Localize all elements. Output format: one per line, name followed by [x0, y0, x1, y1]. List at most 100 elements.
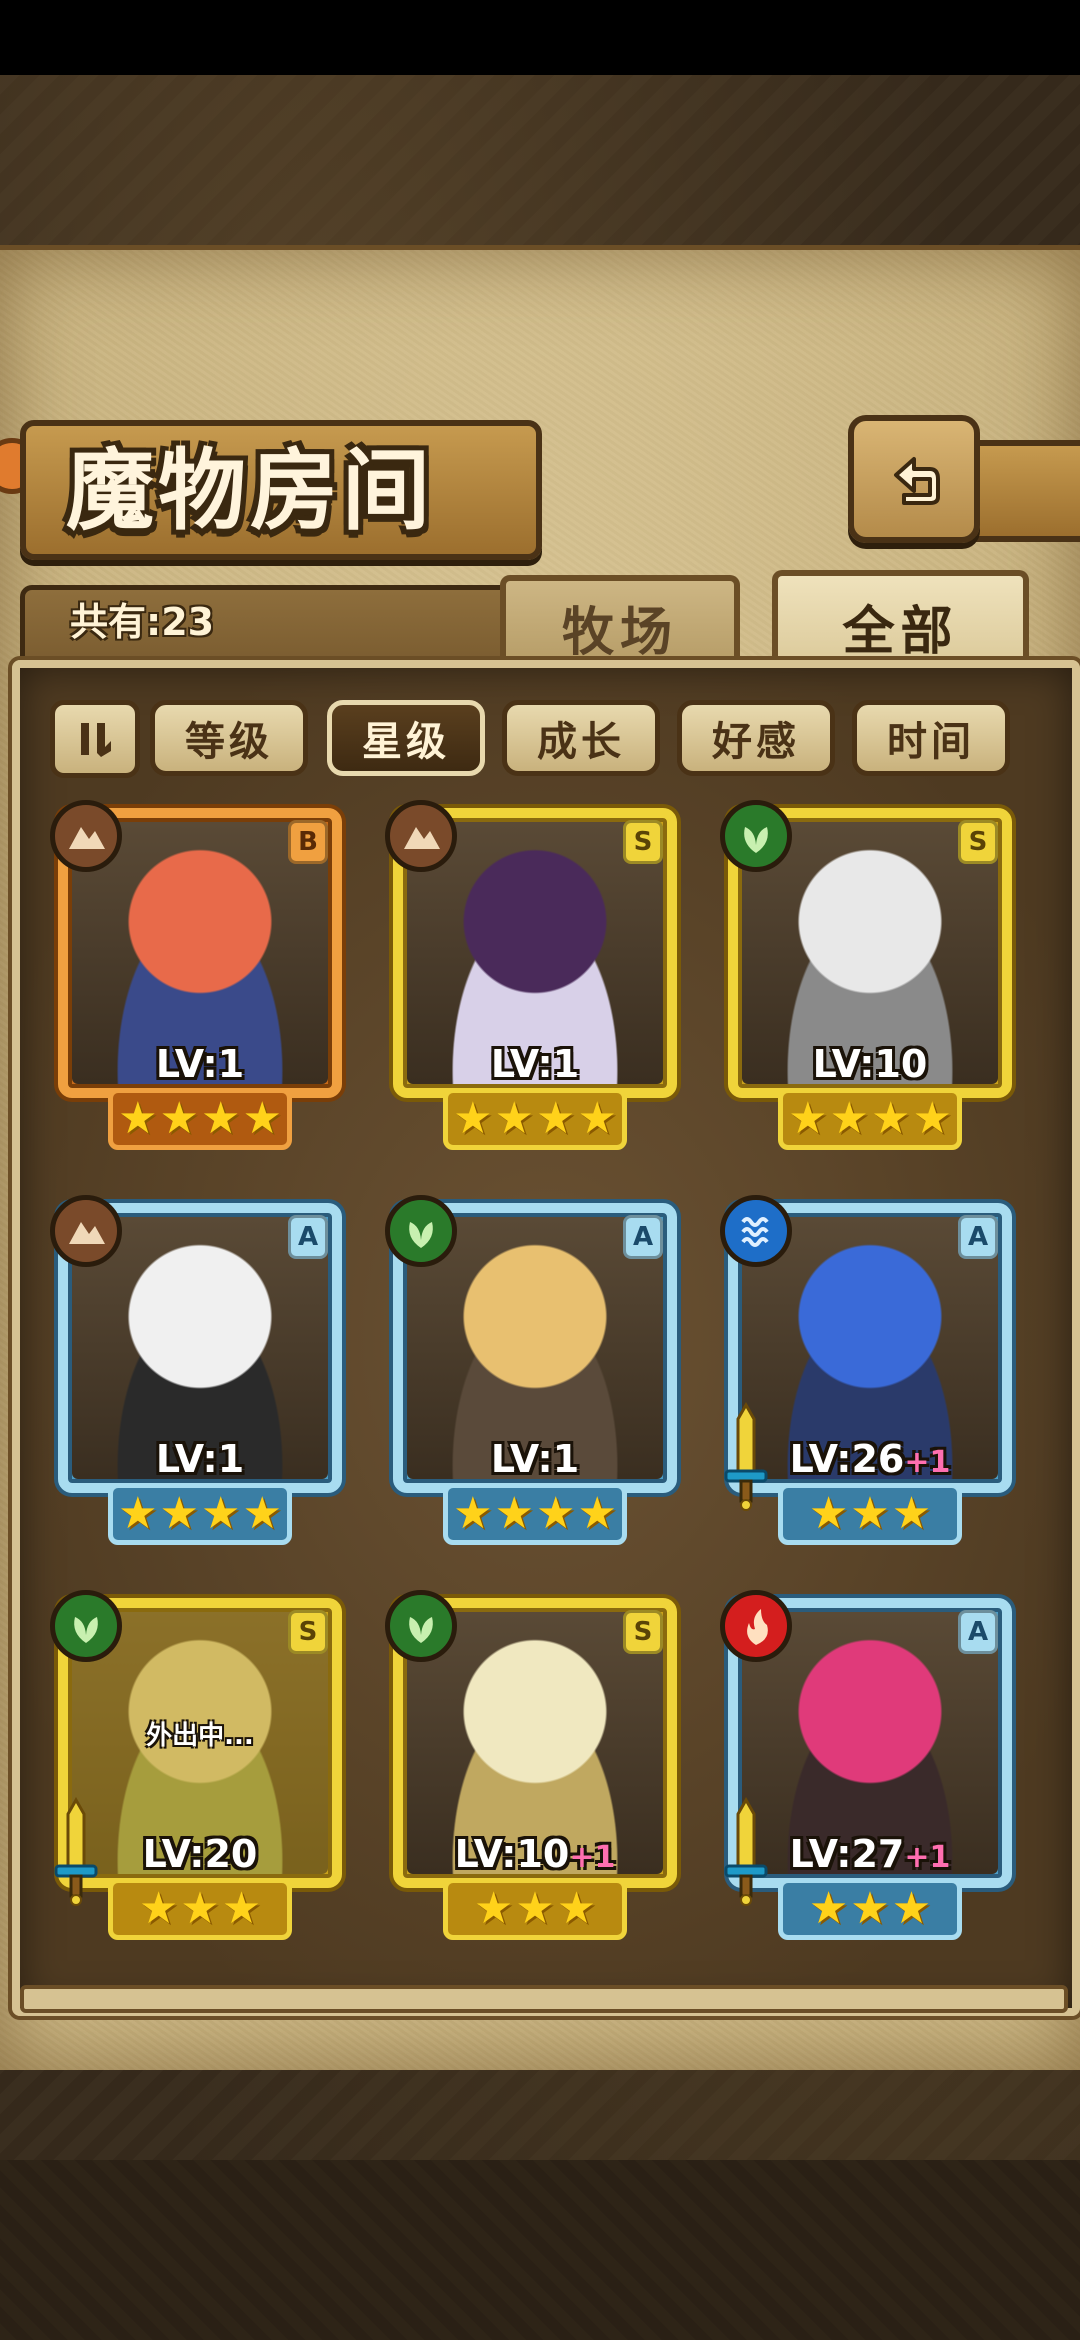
- monster-card[interactable]: S LV:10+1 ★ ★ ★: [385, 1590, 685, 1958]
- star-rating: ★ ★ ★ ★: [778, 1088, 962, 1150]
- status-bar: [0, 0, 1080, 75]
- rank-badge: A: [623, 1215, 663, 1259]
- level-text: LV:27: [789, 1832, 905, 1876]
- level-label: LV:1: [72, 1437, 328, 1481]
- sort-time-button[interactable]: 时间: [852, 700, 1010, 776]
- monster-count: 共有:23: [70, 600, 215, 644]
- star-icon: ★: [494, 1488, 534, 1539]
- leaf-icon: [385, 1195, 457, 1267]
- star-icon: ★: [577, 1093, 617, 1144]
- level-label: LV:1: [407, 1437, 663, 1481]
- star-rating: ★ ★ ★: [108, 1878, 292, 1940]
- back-button[interactable]: [848, 415, 980, 543]
- page-title: 魔物房间: [66, 438, 435, 542]
- sort-growth-button[interactable]: 成长: [502, 700, 660, 776]
- star-rating: ★ ★ ★ ★: [443, 1483, 627, 1545]
- sword-icon: [720, 1401, 772, 1511]
- level-text: LV:1: [490, 1042, 580, 1086]
- level-label: LV:26+1: [742, 1437, 998, 1481]
- level-label: LV:10: [742, 1042, 998, 1086]
- star-icon: ★: [494, 1093, 534, 1144]
- rank-badge: A: [958, 1610, 998, 1654]
- level-label: LV:20: [72, 1832, 328, 1876]
- star-rating: ★ ★ ★ ★: [443, 1088, 627, 1150]
- star-icon: ★: [159, 1093, 199, 1144]
- star-icon: ★: [912, 1093, 952, 1144]
- star-icon: ★: [871, 1093, 911, 1144]
- monster-card[interactable]: A LV:1 ★ ★ ★ ★: [385, 1195, 685, 1563]
- star-icon: ★: [473, 1883, 514, 1934]
- level-label: LV:1: [407, 1042, 663, 1086]
- rank-badge: S: [288, 1610, 328, 1654]
- rank-badge: A: [288, 1215, 328, 1259]
- star-icon: ★: [453, 1093, 493, 1144]
- star-icon: ★: [515, 1883, 555, 1934]
- level-text: LV:1: [155, 1437, 245, 1481]
- sort-level-button[interactable]: 等级: [150, 700, 308, 776]
- level-bonus: +1: [904, 1445, 951, 1480]
- level-text: LV:20: [142, 1832, 258, 1876]
- star-icon: ★: [138, 1883, 179, 1934]
- rank-badge: S: [623, 1610, 663, 1654]
- star-icon: ★: [118, 1488, 158, 1539]
- monster-card[interactable]: A LV:27+1 ★ ★ ★: [720, 1590, 1020, 1958]
- star-rating: ★ ★ ★ ★: [108, 1088, 292, 1150]
- monster-card[interactable]: S LV:1 ★ ★ ★ ★: [385, 800, 685, 1168]
- star-icon: ★: [201, 1488, 241, 1539]
- background-bottom: [0, 2160, 1080, 2340]
- rank-badge: S: [958, 820, 998, 864]
- monster-card[interactable]: A LV:26+1 ★ ★ ★: [720, 1195, 1020, 1563]
- level-label: LV:27+1: [742, 1832, 998, 1876]
- star-icon: ★: [829, 1093, 869, 1144]
- away-status: 外出中...: [146, 1721, 254, 1751]
- star-rating: ★ ★ ★: [443, 1878, 627, 1940]
- monster-card[interactable]: A LV:1 ★ ★ ★ ★: [50, 1195, 350, 1563]
- monster-card[interactable]: B LV:1 ★ ★ ★ ★: [50, 800, 350, 1168]
- star-icon: ★: [159, 1488, 199, 1539]
- star-icon: ★: [808, 1488, 849, 1539]
- sort-affection-button[interactable]: 好感: [677, 700, 835, 776]
- sort-star-button[interactable]: 星级: [327, 700, 485, 776]
- sword-icon: [50, 1796, 102, 1906]
- rank-badge: S: [623, 820, 663, 864]
- sort-order-icon: [81, 723, 111, 757]
- star-icon: ★: [850, 1488, 890, 1539]
- level-text: LV:10: [454, 1832, 570, 1876]
- mountain-icon: [50, 800, 122, 872]
- star-icon: ★: [453, 1488, 493, 1539]
- level-bonus: +1: [569, 1840, 616, 1875]
- rank-badge: A: [958, 1215, 998, 1259]
- leaf-icon: [720, 800, 792, 872]
- star-icon: ★: [536, 1093, 576, 1144]
- monster-card[interactable]: 外出中... S LV:20 ★ ★ ★: [50, 1590, 350, 1958]
- star-icon: ★: [242, 1488, 282, 1539]
- monster-card[interactable]: S LV:10 ★ ★ ★ ★: [720, 800, 1020, 1168]
- star-rating: ★ ★ ★: [778, 1483, 962, 1545]
- mountain-icon: [50, 1195, 122, 1267]
- panel-bottom-rail: [20, 1985, 1068, 2013]
- star-rating: ★ ★ ★ ★: [108, 1483, 292, 1545]
- star-icon: ★: [808, 1883, 849, 1934]
- tab-pasture[interactable]: 牧场: [500, 575, 740, 673]
- star-icon: ★: [788, 1093, 828, 1144]
- star-icon: ★: [556, 1883, 597, 1934]
- sword-icon: [720, 1796, 772, 1906]
- level-label: LV:10+1: [407, 1832, 663, 1876]
- sort-order-toggle[interactable]: [50, 700, 140, 778]
- leaf-icon: [50, 1590, 122, 1662]
- leaf-icon: [385, 1590, 457, 1662]
- level-text: LV:10: [812, 1042, 928, 1086]
- star-icon: ★: [180, 1883, 220, 1934]
- level-label: LV:1: [72, 1042, 328, 1086]
- star-icon: ★: [536, 1488, 576, 1539]
- level-text: LV:1: [490, 1437, 580, 1481]
- star-icon: ★: [242, 1093, 282, 1144]
- level-text: LV:1: [155, 1042, 245, 1086]
- star-icon: ★: [118, 1093, 158, 1144]
- star-icon: ★: [577, 1488, 617, 1539]
- back-arrow-icon: [894, 457, 940, 505]
- rank-badge: B: [288, 820, 328, 864]
- star-icon: ★: [891, 1488, 932, 1539]
- title-plate: 魔物房间: [20, 420, 542, 560]
- star-icon: ★: [850, 1883, 890, 1934]
